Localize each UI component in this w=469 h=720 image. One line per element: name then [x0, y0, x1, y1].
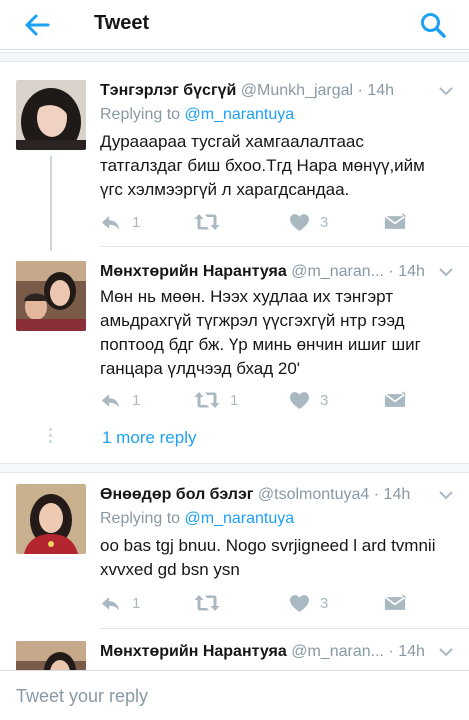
chevron-down-icon[interactable] — [438, 84, 454, 96]
tweet-divider — [100, 628, 469, 629]
text-line: татгалздаг биш бхоо.Тгд Нара мөнүү,ийм — [100, 156, 425, 175]
heart-icon — [289, 391, 310, 410]
tweet-actions: 1 1 3 — [100, 389, 410, 411]
tweet-header: Тэнгэрлэг бүсгүй @Munkh_jargal · 14h — [100, 80, 430, 102]
separator: · — [373, 486, 380, 503]
retweet-button[interactable]: 1 — [194, 389, 238, 411]
text-line: xvvxed gd bsn ysn — [100, 560, 240, 579]
envelope-icon — [384, 391, 406, 410]
header-gap — [0, 52, 469, 62]
avatar[interactable] — [16, 80, 86, 150]
page-title: Tweet — [94, 12, 150, 34]
tweet-actions: 1 3 — [100, 211, 410, 233]
display-name[interactable]: Тэнгэрлэг бүсгүй — [100, 82, 236, 99]
like-button[interactable]: 3 — [289, 389, 328, 411]
timestamp: 14h — [367, 82, 395, 99]
reply-icon — [100, 213, 122, 232]
separator: · — [388, 643, 394, 660]
like-button[interactable]: 3 — [289, 592, 328, 614]
tweet-actions: 1 3 — [100, 592, 410, 614]
retweet-count: 1 — [230, 391, 239, 409]
reply-icon — [100, 594, 122, 613]
reply-button[interactable]: 1 — [100, 389, 140, 411]
thread-line — [50, 156, 52, 251]
tweet-divider — [100, 246, 469, 247]
like-button[interactable]: 3 — [289, 211, 328, 233]
heart-icon — [289, 213, 310, 232]
user-handle[interactable]: @m_naran... — [291, 263, 384, 280]
user-handle[interactable]: @tsolmontuya4 — [258, 486, 369, 503]
user-handle[interactable]: @m_naran... — [291, 643, 384, 660]
text-line: Дурааараа тусгай хамгаалалтаас — [100, 132, 364, 151]
tweet[interactable]: Тэнгэрлэг бүсгүй @Munkh_jargal · 14h Rep… — [0, 80, 469, 251]
reply-input[interactable] — [16, 683, 446, 709]
retweet-icon — [194, 212, 220, 232]
reply-count: 1 — [132, 213, 141, 231]
timestamp: 14h — [383, 486, 411, 503]
thread-dots — [49, 428, 53, 446]
chevron-down-icon[interactable] — [438, 265, 454, 277]
text-line: oo bas tgj bnuu. Nogo svrjigneed l ard t… — [100, 536, 436, 555]
avatar[interactable] — [16, 484, 86, 554]
envelope-icon — [384, 213, 406, 232]
envelope-icon — [384, 594, 406, 613]
text-line: поптоод бдг бж. Үр минь өнчин ишиг шиг — [100, 335, 421, 354]
top-bar: Tweet — [0, 0, 469, 50]
like-count: 3 — [320, 391, 329, 409]
direct-message-button[interactable] — [384, 592, 406, 614]
direct-message-button[interactable] — [384, 211, 406, 233]
replying-to-label: Replying to — [100, 510, 181, 527]
text-line: амьдрахгүй түгжрэл үүсгэхгүй нтр гээд — [100, 311, 405, 330]
retweet-button[interactable] — [194, 592, 230, 614]
tweet-header: Өнөөдөр бол бэлэг @tsolmontuya4 · 14h — [100, 484, 430, 506]
like-count: 3 — [320, 594, 329, 612]
search-icon[interactable] — [418, 10, 448, 40]
thread-separator — [0, 463, 469, 473]
tweet[interactable]: Мөнхтөрийн Нарантуяа @m_naran... · 14h М… — [0, 261, 469, 421]
separator: · — [357, 82, 363, 99]
reply-icon — [100, 391, 122, 410]
display-name[interactable]: Мөнхтөрийн Нарантуяа — [100, 643, 287, 660]
display-name[interactable]: Өнөөдөр бол бэлэг — [100, 486, 253, 503]
tweet-text: oo bas tgj bnuu. Nogo svrjigneed l ard t… — [100, 534, 450, 582]
replying-to-label: Replying to — [100, 106, 181, 123]
avatar[interactable] — [16, 261, 86, 331]
text-line: Мөн нь мөөн. Нээх худлаа их тэнгэрт — [100, 287, 394, 306]
retweet-icon — [194, 390, 220, 410]
tweet[interactable]: Мөнхтөрийн Нарантуяа @m_naran... · 14h — [0, 641, 469, 670]
mention-link[interactable]: @m_narantuya — [185, 510, 295, 527]
replying-to: Replying to @m_narantuya — [100, 104, 294, 126]
direct-message-button[interactable] — [384, 389, 406, 411]
reply-count: 1 — [132, 594, 141, 612]
tweet[interactable]: Өнөөдөр бол бэлэг @tsolmontuya4 · 14h Re… — [0, 484, 469, 624]
heart-icon — [289, 594, 310, 613]
avatar[interactable] — [16, 641, 86, 670]
timestamp: 14h — [398, 263, 425, 280]
reply-composer — [0, 670, 469, 720]
user-handle[interactable]: @Munkh_jargal — [241, 82, 353, 99]
like-count: 3 — [320, 213, 329, 231]
chevron-down-icon[interactable] — [438, 488, 454, 500]
timestamp: 14h — [398, 643, 425, 660]
display-name[interactable]: Мөнхтөрийн Нарантуяа — [100, 263, 287, 280]
tweet-text: Мөн нь мөөн. Нээх худлаа их тэнгэрт амьд… — [100, 285, 450, 381]
reply-count: 1 — [132, 391, 141, 409]
retweet-icon — [194, 593, 220, 613]
retweet-button[interactable] — [194, 211, 230, 233]
replying-to: Replying to @m_narantuya — [100, 508, 294, 530]
text-line: үгс хэлмээргүй л харагдсандаа. — [100, 180, 350, 199]
tweet-text: Дурааараа тусгай хамгаалалтаас татгалзда… — [100, 130, 450, 202]
tweet-header: Мөнхтөрийн Нарантуяа @m_naran... · 14h — [100, 641, 430, 663]
more-replies-link[interactable]: 1 more reply — [102, 428, 196, 448]
mention-link[interactable]: @m_narantuya — [185, 106, 295, 123]
chevron-down-icon[interactable] — [438, 645, 454, 657]
reply-button[interactable]: 1 — [100, 211, 140, 233]
text-line: ганцара үлдчээд бхад 20' — [100, 359, 301, 378]
reply-button[interactable]: 1 — [100, 592, 140, 614]
tweet-header: Мөнхтөрийн Нарантуяа @m_naran... · 14h — [100, 261, 430, 283]
arrow-left-icon[interactable] — [22, 10, 52, 40]
separator: · — [388, 263, 394, 280]
